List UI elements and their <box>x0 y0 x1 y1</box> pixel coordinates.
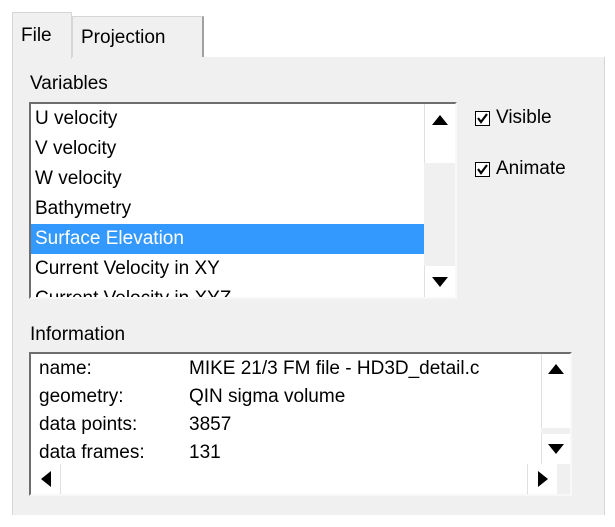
scroll-up-arrow-icon <box>432 114 448 125</box>
variable-list-item[interactable]: U velocity <box>31 104 428 134</box>
scroll-down-arrow-icon <box>432 276 448 287</box>
info-value: MIKE 21/3 FM file - HD3D_detail.c <box>189 358 480 379</box>
information-scroll-left-button[interactable] <box>31 464 61 494</box>
scroll-up-arrow-icon <box>548 364 564 374</box>
variables-listbox[interactable]: U velocity V velocity W velocity Bathymetry… <box>29 102 457 299</box>
information-box: name: MIKE 21/3 FM file - HD3D_detail.cge… <box>29 352 572 496</box>
information-scroll-up-button[interactable] <box>541 354 570 384</box>
information-horizontal-thumb[interactable] <box>61 464 527 494</box>
scroll-left-arrow-icon <box>40 471 51 487</box>
information-scroll-thumb[interactable] <box>541 384 570 428</box>
scroll-right-arrow-icon <box>537 471 548 487</box>
variable-list-item[interactable]: Current Velocity in XY <box>31 254 428 284</box>
info-key: data points: <box>39 414 138 435</box>
animate-label: Animate <box>496 158 566 179</box>
scrollbar-corner <box>557 464 570 494</box>
variable-list-item[interactable]: W velocity <box>31 164 428 194</box>
information-scroll-right-button[interactable] <box>527 464 557 494</box>
scroll-down-arrow-icon <box>548 444 564 454</box>
variable-list-item[interactable]: Current Velocity in XYZ <box>31 284 428 297</box>
info-value: 3857 <box>189 414 232 435</box>
tab-file[interactable]: File <box>12 12 72 59</box>
tab-file-label: File <box>21 25 52 46</box>
variable-list-item[interactable]: Surface Elevation <box>31 224 428 254</box>
checkmark-icon <box>477 163 488 175</box>
info-key: name: <box>39 358 92 379</box>
visible-checkbox[interactable] <box>475 110 490 126</box>
variable-list-item[interactable]: V velocity <box>31 134 428 164</box>
information-scroll-down-button[interactable] <box>541 434 570 464</box>
info-key: geometry: <box>39 386 124 407</box>
variables-scroll-up-button[interactable] <box>424 104 455 135</box>
checkmark-icon <box>477 112 488 124</box>
variables-heading: Variables <box>30 73 108 94</box>
animate-checkbox[interactable] <box>475 161 490 177</box>
variable-list-item[interactable]: Bathymetry <box>31 194 428 224</box>
animate-checkbox-row[interactable]: Animate <box>475 158 566 180</box>
info-value: QIN sigma volume <box>189 386 346 407</box>
tab-projection[interactable]: Projection <box>72 16 204 58</box>
information-heading: Information <box>30 324 126 345</box>
visible-checkbox-row[interactable]: Visible <box>475 107 552 129</box>
visible-label: Visible <box>496 107 552 128</box>
variables-scroll-down-button[interactable] <box>424 266 455 297</box>
variables-scroll-thumb[interactable] <box>424 135 455 163</box>
tab-projection-label: Projection <box>81 26 166 48</box>
